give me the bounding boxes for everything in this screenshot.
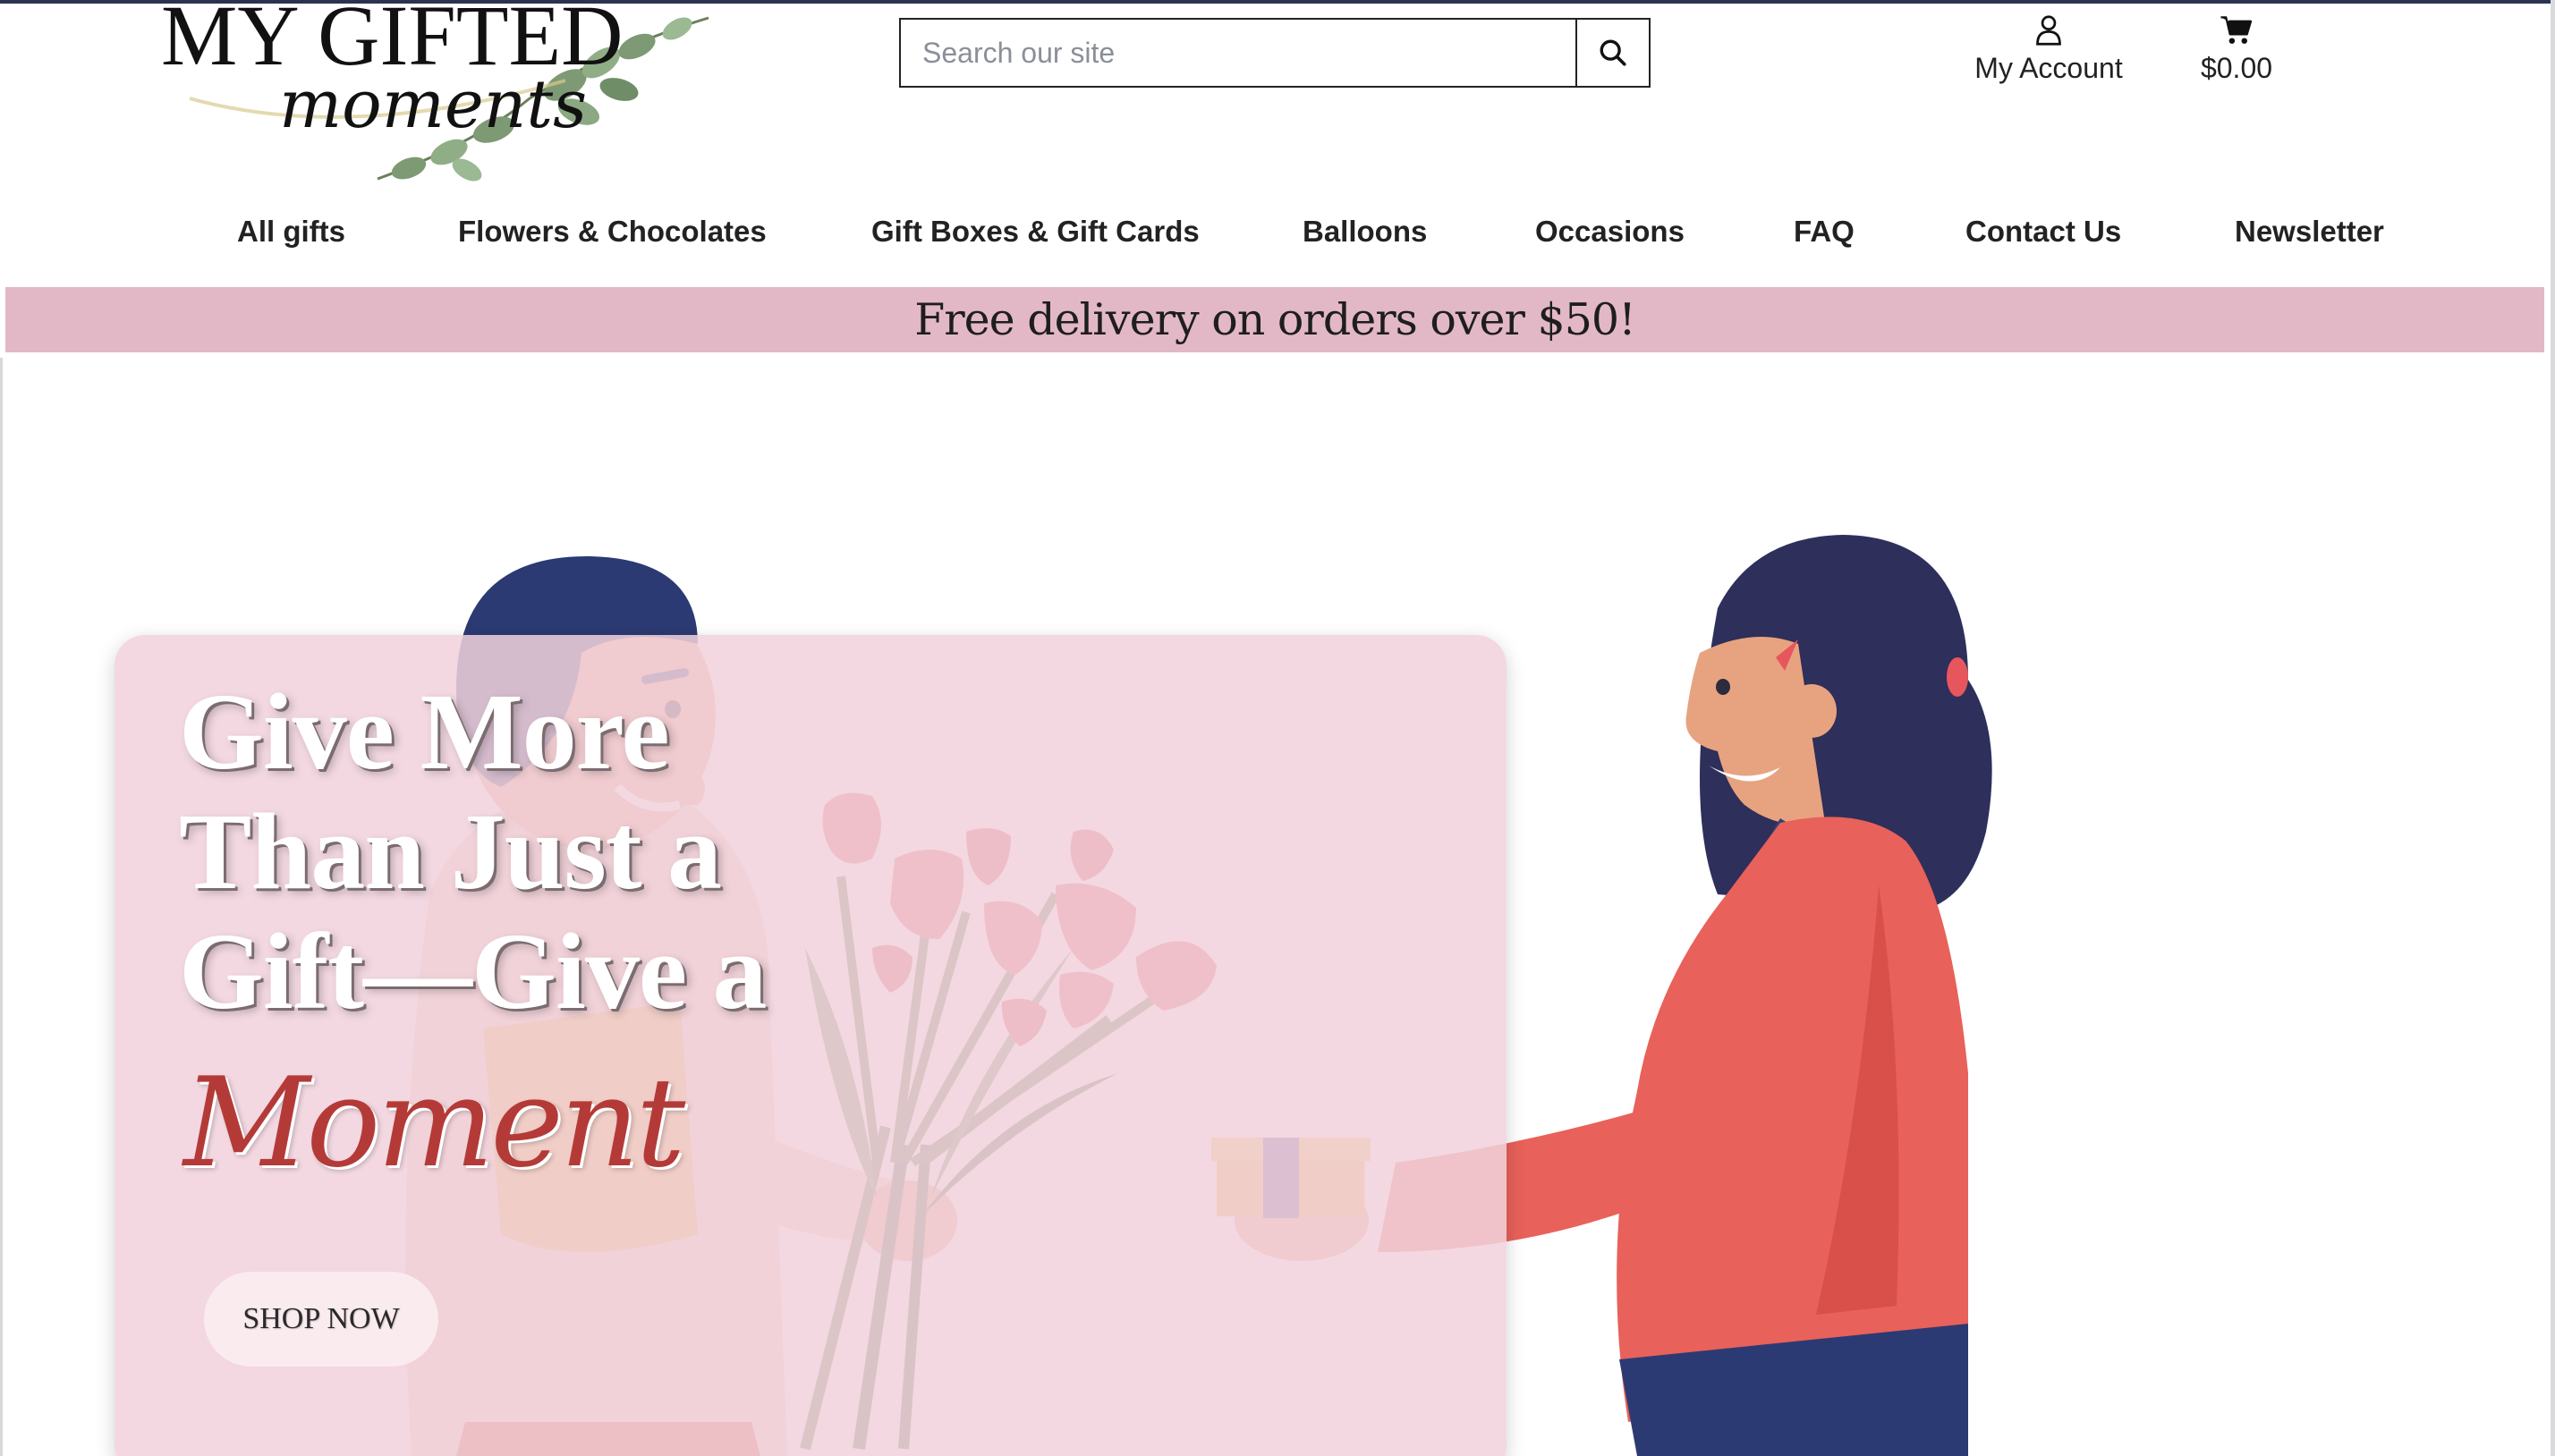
search-bar bbox=[899, 18, 1651, 88]
promo-banner-text: Free delivery on orders over $50! bbox=[914, 294, 1636, 345]
my-account-link[interactable]: My Account bbox=[1950, 14, 2147, 95]
nav-item-faq[interactable]: FAQ bbox=[1794, 215, 1855, 249]
nav-item-gift-boxes[interactable]: Gift Boxes & Gift Cards bbox=[871, 215, 1200, 249]
hero-headline-line-3: Gift—Give a bbox=[179, 911, 768, 1032]
logo-line-2: moments bbox=[279, 66, 587, 143]
user-icon bbox=[2036, 15, 2061, 46]
my-account-label: My Account bbox=[1974, 52, 2123, 84]
search-button[interactable] bbox=[1575, 20, 1649, 86]
hero-headline-line-1: Give More bbox=[179, 672, 670, 792]
nav-item-flowers-chocolates[interactable]: Flowers & Chocolates bbox=[458, 215, 767, 249]
hero-headline-line-2: Than Just a bbox=[179, 791, 722, 912]
nav-item-occasions[interactable]: Occasions bbox=[1535, 215, 1685, 249]
main-nav: All gifts Flowers & Chocolates Gift Boxe… bbox=[0, 215, 2555, 259]
nav-item-balloons[interactable]: Balloons bbox=[1303, 215, 1427, 249]
hero-accent-word: Moment bbox=[183, 1051, 685, 1195]
nav-item-newsletter[interactable]: Newsletter bbox=[2235, 215, 2384, 249]
nav-item-all-gifts[interactable]: All gifts bbox=[237, 215, 345, 249]
cart-icon bbox=[2220, 16, 2253, 44]
cart-link[interactable]: $0.00 bbox=[2183, 14, 2290, 95]
cart-total: $0.00 bbox=[2200, 52, 2273, 84]
nav-item-contact-us[interactable]: Contact Us bbox=[1965, 215, 2121, 249]
site-logo[interactable]: MY GIFTED moments bbox=[154, 0, 726, 190]
hero-headline: Give More Than Just a Gift—Give a bbox=[179, 673, 984, 1032]
search-icon bbox=[1600, 39, 1626, 66]
promo-banner: Free delivery on orders over $50! bbox=[5, 287, 2544, 352]
shop-now-button[interactable]: SHOP NOW bbox=[204, 1272, 438, 1367]
search-input[interactable] bbox=[901, 20, 1575, 86]
